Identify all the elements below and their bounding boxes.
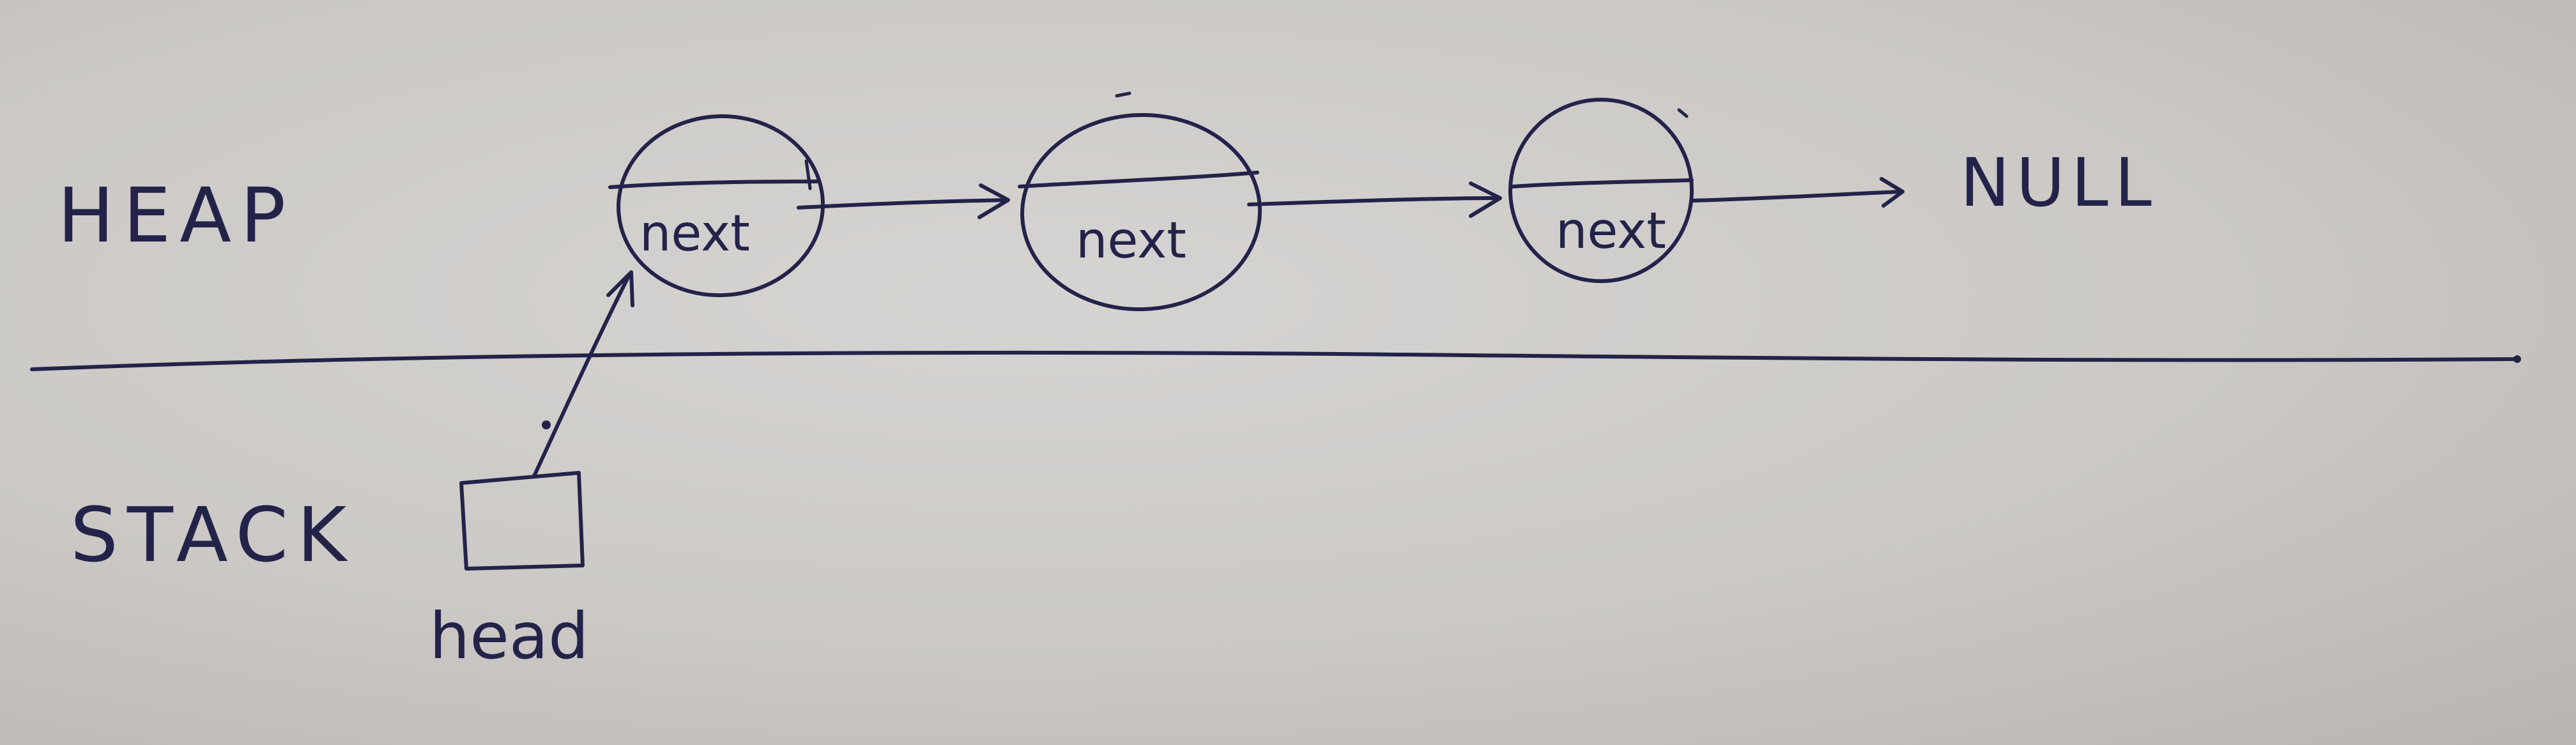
paper-sheet: HEAP STACK next next next NULL head [0,0,2576,745]
head-variable-box [459,471,585,571]
node-3-divider [1511,178,1694,188]
head-variable-label: head [429,599,589,673]
arrow-node2-to-node3-shaft [1247,196,1500,206]
arrow-node1-to-node2-shaft [797,198,1008,210]
arrow-head-to-node1-shaft [532,273,631,478]
node-1-next-field: next [640,205,750,263]
linked-list-node-1: next [608,114,825,298]
linked-list-diagram: HEAP STACK next next next NULL head [30,91,2521,673]
arrow-head-to-node1 [532,270,634,478]
null-terminal-label: NULL [1960,144,2158,222]
node-2-tick [1115,91,1131,98]
arrow-node3-to-null [1691,177,1905,208]
node-2-divider [1018,171,1259,188]
stack-region-label: STACK [70,491,355,579]
arrow-node3-to-null-shaft [1691,190,1903,203]
arrow-head-to-node1-dot [542,420,551,429]
arrow-node1-to-node2 [797,183,1010,219]
node-2-next-field: next [1076,212,1186,270]
linked-list-node-2: next [1018,91,1262,312]
divider-end-dot [2513,355,2521,363]
heap-stack-divider [30,350,2519,371]
node-3-next-field: next [1556,203,1666,260]
head-pointer-variable: head [429,471,589,673]
heap-region-label: HEAP [57,171,295,259]
node-1-divider [608,180,818,189]
node-1-tick [804,159,812,190]
linked-list-node-3: next [1508,98,1694,283]
arrow-node2-to-node3 [1247,181,1502,218]
node-3-tick [1677,108,1689,118]
